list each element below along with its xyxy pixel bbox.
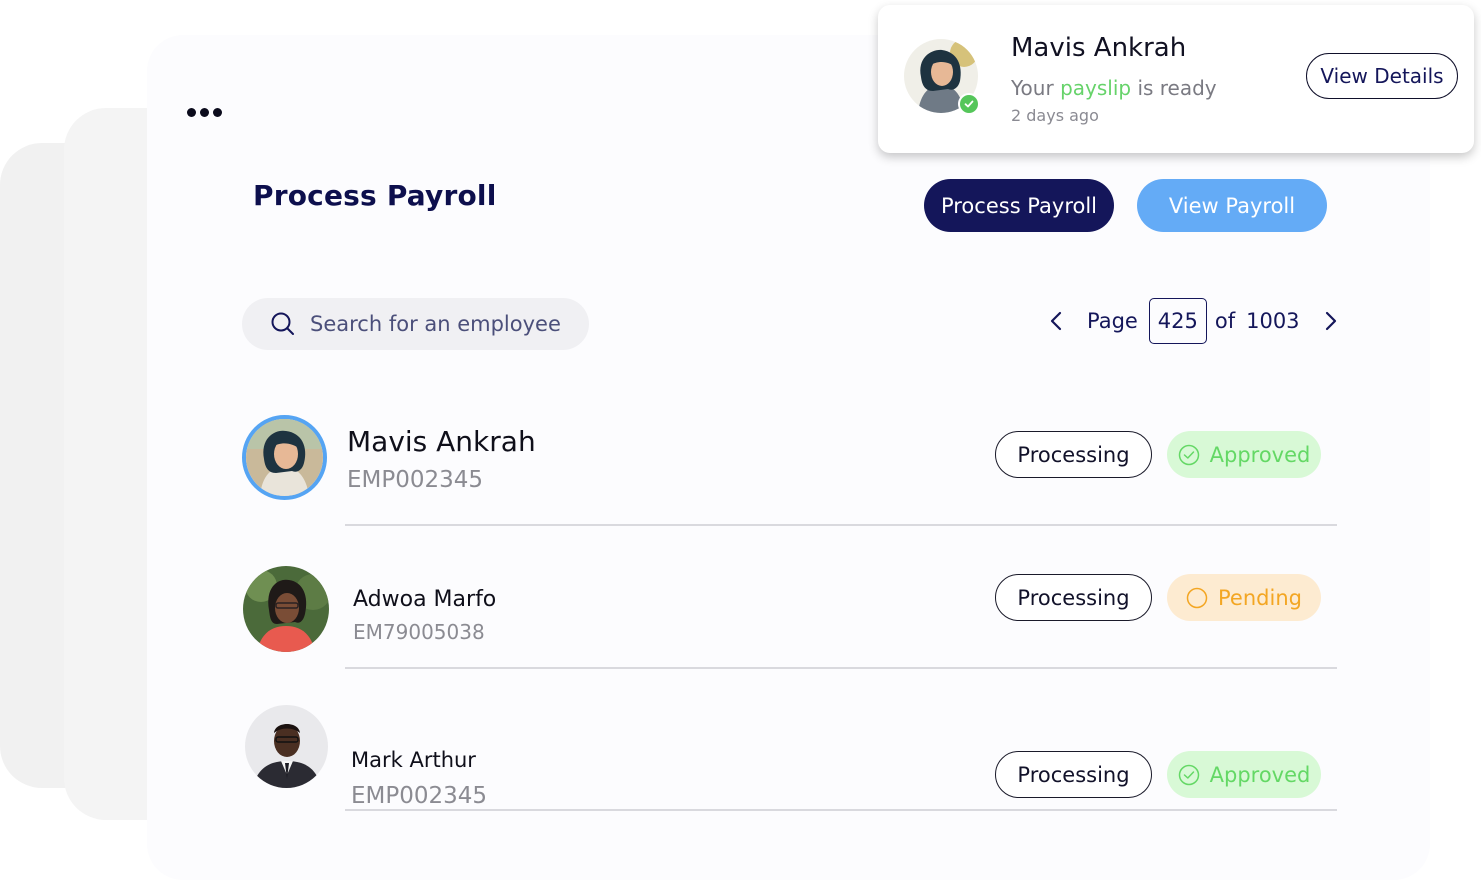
notification-card: Mavis Ankrah Your payslip is ready 2 day… [878,5,1474,153]
row-divider [345,809,1337,811]
circle-icon [1186,587,1208,608]
employee-id: EMP002345 [347,467,484,493]
process-payroll-button[interactable]: Process Payroll [924,179,1114,232]
more-dots-icon[interactable] [187,108,222,117]
avatar [243,566,329,652]
status-label: Approved [1209,442,1311,467]
employee-name: Mark Arthur [351,748,476,772]
avatar [242,415,327,500]
employee-name: Adwoa Marfo [353,587,497,612]
table-row[interactable]: Mark Arthur EMP002345 Processing Approve… [242,705,1337,813]
notification-time: 2 days ago [1011,106,1099,125]
status-label: Approved [1209,762,1311,787]
search-icon [271,312,294,335]
processing-button[interactable]: Processing [995,574,1152,621]
chevron-right-icon[interactable] [1318,309,1342,333]
status-badge: Pending [1167,574,1321,621]
employee-id: EM79005038 [353,620,485,644]
avatar [245,705,328,788]
total-pages: 1003 [1246,309,1300,333]
employee-name: Mavis Ankrah [347,425,536,458]
employee-id: EMP002345 [351,783,488,809]
search-input[interactable] [310,312,570,336]
page-label: Page [1087,309,1138,333]
check-circle-icon [1178,764,1199,785]
notification-message: Your payslip is ready [1011,76,1217,100]
current-page-input[interactable]: 425 [1148,298,1207,344]
check-badge-icon [958,93,980,115]
search-bar [242,298,589,350]
message-prefix: Your [1011,76,1054,100]
status-badge: Approved [1167,751,1321,798]
payroll-card: Process Payroll Process Payroll View Pay… [147,35,1430,880]
table-row[interactable]: Mavis Ankrah EMP002345 Processing Approv… [242,415,1337,527]
view-payroll-button[interactable]: View Payroll [1137,179,1327,232]
processing-button[interactable]: Processing [995,751,1152,798]
of-label: of [1214,309,1236,333]
check-circle-icon [1178,444,1199,465]
status-badge: Approved [1167,431,1321,478]
status-label: Pending [1218,585,1302,610]
view-details-button[interactable]: View Details [1306,53,1458,99]
table-row[interactable]: Adwoa Marfo EM79005038 Processing Pendin… [242,565,1337,670]
row-divider [345,524,1337,526]
payslip-link[interactable]: payslip [1060,76,1131,100]
page-title: Process Payroll [253,179,497,212]
processing-button[interactable]: Processing [995,431,1152,478]
message-suffix: is ready [1137,76,1217,100]
chevron-left-icon[interactable] [1045,309,1069,333]
notification-name: Mavis Ankrah [1011,33,1187,63]
pagination: Page 425 of 1003 [1045,298,1342,344]
row-divider [345,667,1337,669]
